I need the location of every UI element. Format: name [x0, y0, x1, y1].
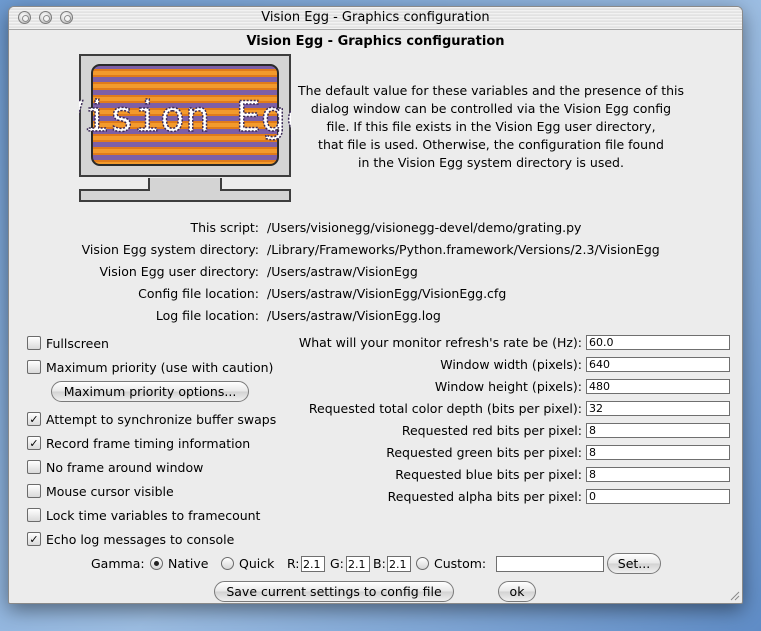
this-script-label: This script:	[190, 220, 259, 235]
alpha-bits-label: Requested alpha bits per pixel:	[387, 489, 582, 504]
refresh-rate-input[interactable]	[586, 335, 730, 350]
gamma-set-button[interactable]: Set...	[607, 553, 661, 574]
blue-bits-input[interactable]	[586, 467, 730, 482]
fullscreen-checkbox[interactable]: Fullscreen	[27, 334, 109, 352]
config-window: Vision Egg - Graphics configuration Visi…	[8, 6, 743, 604]
dialog-content: Vision Egg - Graphics configuration Visi…	[9, 30, 742, 603]
resize-grip-icon[interactable]	[728, 589, 740, 601]
system-directory-value: /Library/Frameworks/Python.framework/Ver…	[267, 242, 660, 257]
system-directory-label: Vision Egg system directory:	[81, 242, 259, 257]
checkbox-icon[interactable]: ✓	[27, 412, 41, 426]
window-width-label: Window width (pixels):	[440, 357, 582, 372]
gamma-g-input[interactable]	[346, 556, 370, 572]
gamma-g-label: G:	[330, 556, 344, 571]
this-script-value: /Users/visionegg/visionegg-devel/demo/gr…	[267, 220, 582, 235]
lock-time-checkbox[interactable]: Lock time variables to framecount	[27, 506, 260, 524]
gamma-b-label: B:	[373, 556, 386, 571]
gamma-quick-radio[interactable]	[221, 557, 234, 570]
red-bits-input[interactable]	[586, 423, 730, 438]
user-directory-value: /Users/astraw/VisionEgg	[267, 264, 418, 279]
dialog-heading: Vision Egg - Graphics configuration	[246, 34, 505, 49]
config-file-label: Config file location:	[138, 286, 259, 301]
window-title: Vision Egg - Graphics configuration	[261, 10, 490, 25]
intro-text: The default value for these variables an…	[297, 83, 685, 170]
save-settings-button[interactable]: Save current settings to config file	[214, 581, 454, 602]
color-depth-input[interactable]	[586, 401, 730, 416]
max-priority-checkbox[interactable]: Maximum priority (use with caution)	[27, 358, 273, 376]
gamma-custom-label[interactable]: Custom:	[434, 556, 486, 571]
color-depth-label: Requested total color depth (bits per pi…	[308, 401, 582, 416]
gamma-native-label[interactable]: Native	[168, 556, 208, 571]
gamma-native-radio[interactable]	[150, 557, 163, 570]
gamma-r-input[interactable]	[301, 556, 325, 572]
ok-button[interactable]: ok	[498, 581, 536, 602]
title-bar[interactable]: Vision Egg - Graphics configuration	[9, 7, 742, 30]
no-frame-checkbox[interactable]: No frame around window	[27, 458, 203, 476]
gamma-b-input[interactable]	[387, 556, 411, 572]
checkbox-icon[interactable]	[27, 484, 41, 498]
gamma-quick-label[interactable]: Quick	[239, 556, 274, 571]
gamma-custom-input[interactable]	[496, 556, 604, 572]
window-height-label: Window height (pixels):	[434, 379, 582, 394]
log-file-value: /Users/astraw/VisionEgg.log	[267, 308, 441, 323]
log-file-label: Log file location:	[155, 308, 259, 323]
max-priority-options-button[interactable]: Maximum priority options...	[51, 381, 249, 402]
checkbox-icon[interactable]	[27, 360, 41, 374]
window-width-input[interactable]	[586, 357, 730, 372]
green-bits-label: Requested green bits per pixel:	[386, 445, 582, 460]
red-bits-label: Requested red bits per pixel:	[401, 423, 582, 438]
checkbox-icon[interactable]: ✓	[27, 532, 41, 546]
alpha-bits-input[interactable]	[586, 489, 730, 504]
user-directory-label: Vision Egg user directory:	[99, 264, 259, 279]
gamma-row: Gamma: Native Quick R: G: B: Custom: Set…	[9, 553, 742, 574]
gamma-label: Gamma:	[91, 556, 145, 571]
checkbox-icon[interactable]	[27, 336, 41, 350]
checkbox-icon[interactable]	[27, 508, 41, 522]
gamma-r-label: R:	[287, 556, 300, 571]
refresh-rate-label: What will your monitor refresh's rate be…	[298, 335, 582, 350]
green-bits-input[interactable]	[586, 445, 730, 460]
gamma-custom-radio[interactable]	[416, 557, 429, 570]
logo-text: Vision Egg	[79, 92, 291, 141]
config-file-value: /Users/astraw/VisionEgg/VisionEgg.cfg	[267, 286, 507, 301]
record-timing-checkbox[interactable]: ✓ Record frame timing information	[27, 434, 250, 452]
echo-log-checkbox[interactable]: ✓ Echo log messages to console	[27, 530, 234, 548]
checkbox-icon[interactable]: ✓	[27, 436, 41, 450]
blue-bits-label: Requested blue bits per pixel:	[395, 467, 582, 482]
window-height-input[interactable]	[586, 379, 730, 394]
sync-buffer-checkbox[interactable]: ✓ Attempt to synchronize buffer swaps	[27, 410, 276, 428]
checkbox-icon[interactable]	[27, 460, 41, 474]
mouse-visible-checkbox[interactable]: Mouse cursor visible	[27, 482, 174, 500]
vision-egg-monitor-logo: Vision Egg	[79, 54, 291, 202]
